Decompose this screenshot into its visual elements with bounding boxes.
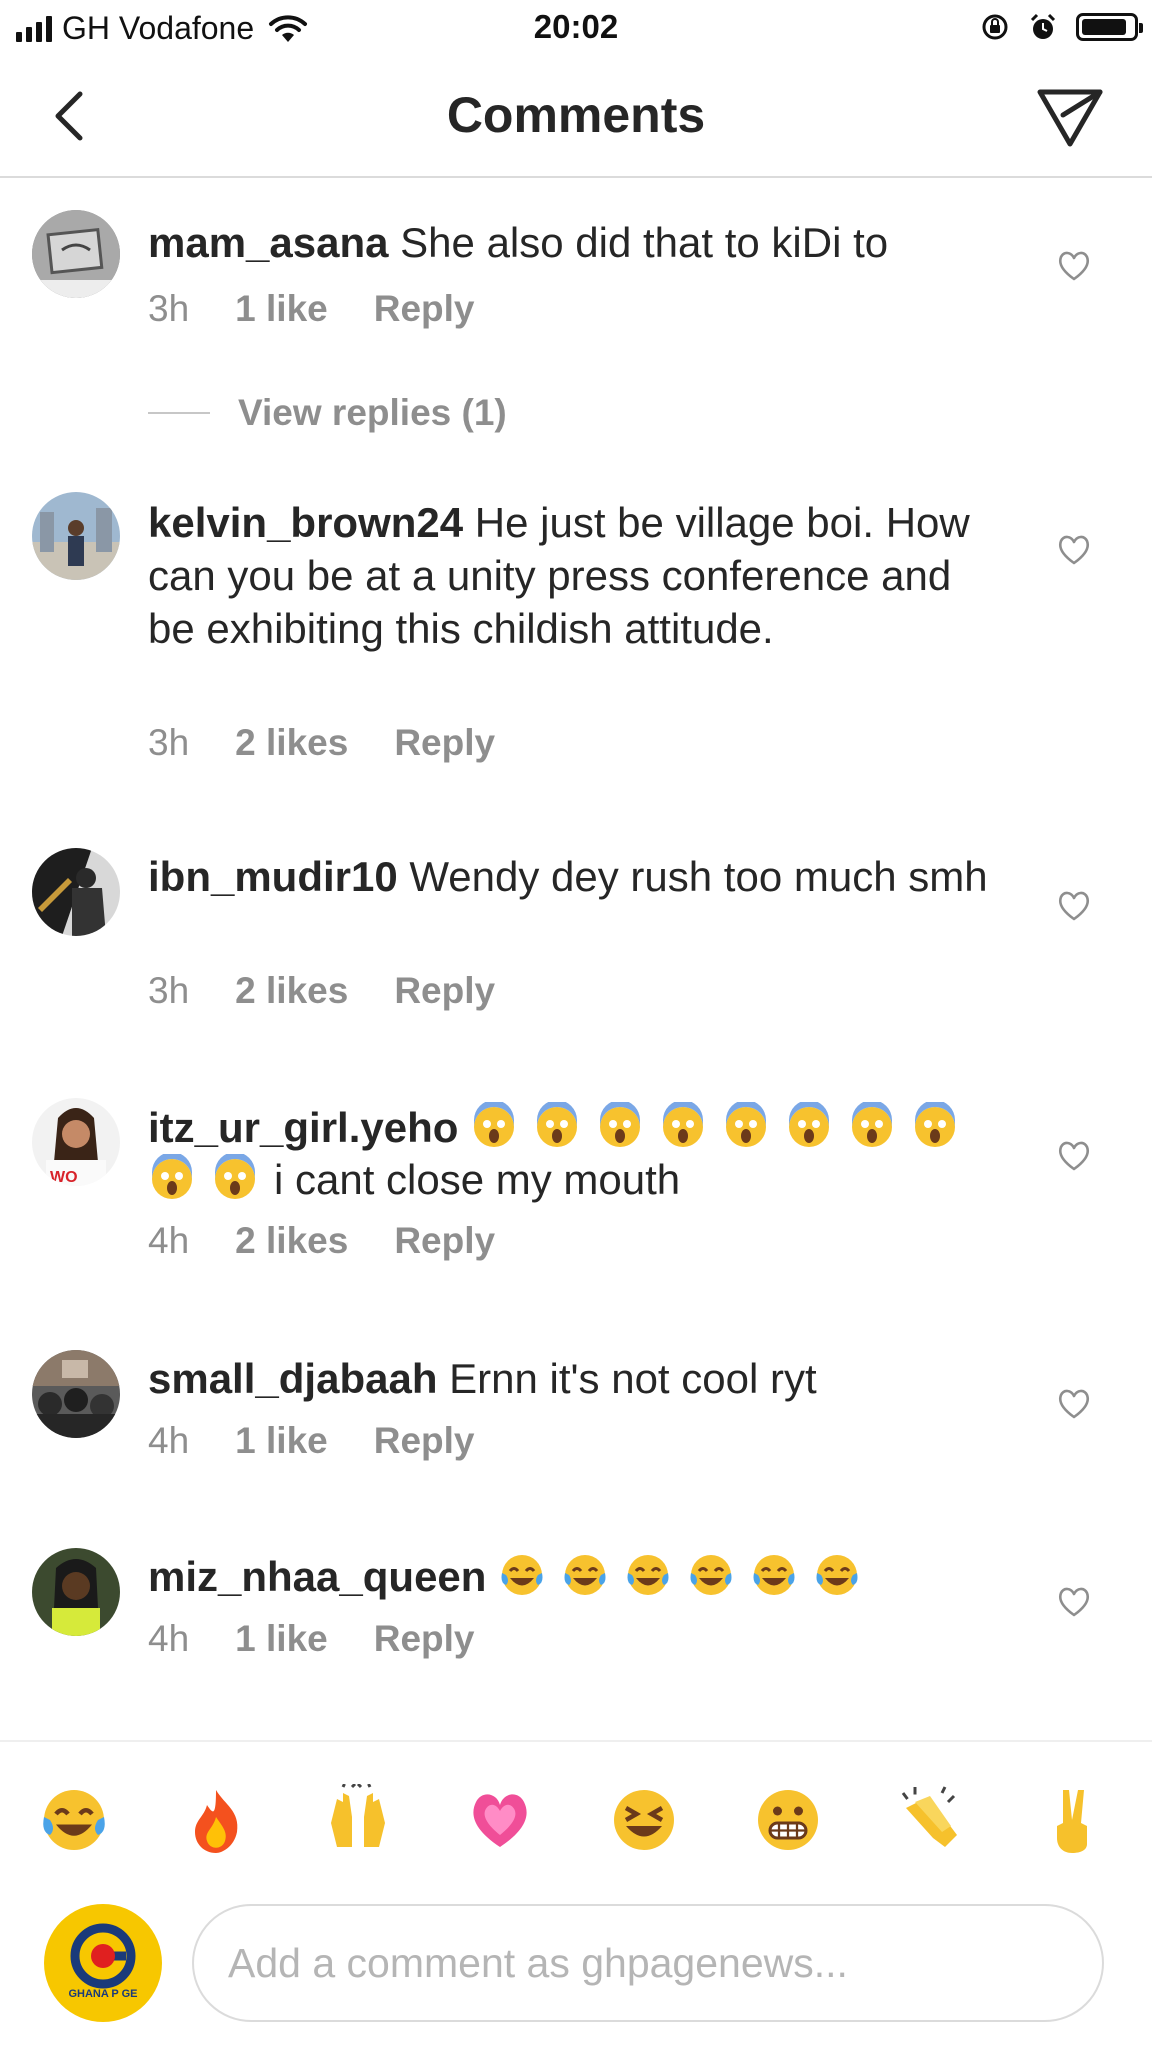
- view-replies-button[interactable]: View replies (1): [148, 392, 507, 434]
- screaming-face-emoji-icon: [852, 1102, 893, 1147]
- tears-of-joy-emoji-icon: [564, 1555, 606, 1595]
- comment-likes[interactable]: 2 likes: [235, 970, 348, 1012]
- avatar[interactable]: [32, 1350, 120, 1438]
- screaming-face-emoji-icon: [152, 1154, 192, 1199]
- tears-of-joy-emoji-icon: [501, 1555, 543, 1595]
- comment-body: She also did that to kiDi to: [400, 219, 889, 266]
- comment-time: 3h: [148, 970, 190, 1011]
- grinning-squinting-emoji-button-icon[interactable]: [608, 1784, 680, 1856]
- comment-meta: 3h 2 likes Reply: [148, 970, 495, 1012]
- comment-text: miz_nhaa_queen: [148, 1550, 1008, 1603]
- comment-likes[interactable]: 1 like: [235, 1420, 328, 1462]
- comment-text: ibn_mudir10 Wendy dey rush too much smh: [148, 850, 1008, 903]
- victory-hand-emoji-button-icon[interactable]: [1036, 1784, 1108, 1856]
- comment-text: itz_ur_girl.yeho i cant close my mouth: [148, 1102, 1008, 1206]
- avatar[interactable]: [32, 1548, 120, 1636]
- comment-username[interactable]: kelvin_brown24: [148, 499, 463, 546]
- like-heart-icon[interactable]: [1056, 1584, 1092, 1620]
- comment-body: Wendy dey rush too much smh: [409, 853, 988, 900]
- comment-meta: 4h 1 like Reply: [148, 1618, 475, 1660]
- comment-likes[interactable]: 1 like: [235, 1618, 328, 1660]
- screaming-face-emoji-icon: [474, 1102, 515, 1147]
- raising-hands-emoji-button-icon[interactable]: [322, 1784, 394, 1856]
- page-title: Comments: [446, 87, 706, 143]
- screaming-face-emoji-icon: [915, 1102, 956, 1147]
- view-replies-divider: [148, 412, 210, 414]
- like-heart-icon[interactable]: [1056, 1138, 1092, 1174]
- orientation-lock-icon: [982, 14, 1008, 40]
- comment-input[interactable]: [192, 1904, 1104, 2022]
- screaming-face-emoji-icon: [789, 1102, 830, 1147]
- comment-body: Ernn it's not cool ryt: [449, 1355, 817, 1402]
- screaming-face-emoji-icon: [663, 1102, 704, 1147]
- comment-text: small_djabaah Ernn it's not cool ryt: [148, 1352, 1008, 1405]
- comment-likes[interactable]: 2 likes: [235, 1220, 348, 1262]
- reply-button[interactable]: Reply: [374, 1420, 475, 1462]
- user-avatar[interactable]: GHANA P GE: [44, 1904, 162, 2022]
- ghpage-logo-icon: [70, 1923, 136, 1989]
- like-heart-icon[interactable]: [1056, 532, 1092, 568]
- reply-button[interactable]: Reply: [374, 1618, 475, 1660]
- comment-time: 3h: [148, 722, 190, 763]
- comment-username[interactable]: small_djabaah: [148, 1355, 437, 1402]
- tears-of-joy-emoji-icon: [816, 1555, 858, 1595]
- screaming-face-emoji-icon: [726, 1102, 767, 1147]
- avatar[interactable]: [32, 848, 120, 936]
- clapping-hands-emoji-button-icon[interactable]: [894, 1784, 966, 1856]
- like-heart-icon[interactable]: [1056, 1386, 1092, 1422]
- tears-of-joy-emoji-icon: [753, 1555, 795, 1595]
- avatar[interactable]: [32, 210, 120, 298]
- comment-time: 4h: [148, 1420, 190, 1461]
- comment-username[interactable]: ibn_mudir10: [148, 853, 398, 900]
- reply-button[interactable]: Reply: [374, 288, 475, 330]
- header-bar: Comments: [0, 58, 1152, 178]
- avatar[interactable]: WO: [32, 1098, 120, 1186]
- comment-time: 4h: [148, 1220, 190, 1261]
- alarm-icon: [1030, 13, 1056, 39]
- screaming-face-emoji-icon: [600, 1102, 641, 1147]
- comment-meta: 3h 2 likes Reply: [148, 722, 495, 764]
- like-heart-icon[interactable]: [1056, 888, 1092, 924]
- avatar-brand-text: GHANA P GE: [68, 1988, 138, 2000]
- comment-meta: 4h 2 likes Reply: [148, 1220, 495, 1262]
- screaming-face-emoji-icon: [537, 1102, 578, 1147]
- comment-username[interactable]: miz_nhaa_queen: [148, 1553, 486, 1600]
- comment-composer: GHANA P GE: [0, 1894, 1152, 2048]
- comment-likes[interactable]: 1 like: [235, 288, 328, 330]
- tears-of-joy-emoji-icon: [690, 1555, 732, 1595]
- tears-of-joy-emoji-button-icon[interactable]: [38, 1784, 110, 1856]
- reply-button[interactable]: Reply: [394, 722, 495, 764]
- comment-text: kelvin_brown24 He just be village boi. H…: [148, 496, 1008, 655]
- view-replies-label: View replies (1): [238, 392, 507, 433]
- comment-meta: 4h 1 like Reply: [148, 1420, 475, 1462]
- comment-body: i cant close my mouth: [274, 1156, 681, 1203]
- comment-likes[interactable]: 2 likes: [235, 722, 348, 764]
- avatar[interactable]: [32, 492, 120, 580]
- comment-username[interactable]: itz_ur_girl.yeho: [148, 1104, 458, 1151]
- battery-icon: [1076, 13, 1143, 41]
- screaming-face-emoji-icon: [215, 1154, 255, 1199]
- comment-time: 4h: [148, 1618, 190, 1659]
- growing-heart-emoji-button-icon[interactable]: [464, 1784, 536, 1856]
- reply-button[interactable]: Reply: [394, 970, 495, 1012]
- like-heart-icon[interactable]: [1056, 248, 1092, 284]
- svg-text:WO: WO: [50, 1169, 78, 1186]
- joy-emoji-row: [498, 1553, 876, 1600]
- fire-emoji-button-icon[interactable]: [180, 1784, 252, 1856]
- comment-meta: 3h 1 like Reply: [148, 288, 475, 330]
- emoji-quick-bar: [0, 1740, 1152, 1894]
- comment-time: 3h: [148, 288, 190, 329]
- tears-of-joy-emoji-icon: [627, 1555, 669, 1595]
- send-direct-icon[interactable]: [1036, 82, 1104, 150]
- reply-button[interactable]: Reply: [394, 1220, 495, 1262]
- status-right: [980, 12, 1143, 42]
- comment-username[interactable]: mam_asana: [148, 219, 389, 266]
- grimacing-emoji-button-icon[interactable]: [752, 1784, 824, 1856]
- status-bar: GH Vodafone 20:02: [0, 0, 1152, 58]
- comment-text: mam_asana She also did that to kiDi to: [148, 216, 1008, 269]
